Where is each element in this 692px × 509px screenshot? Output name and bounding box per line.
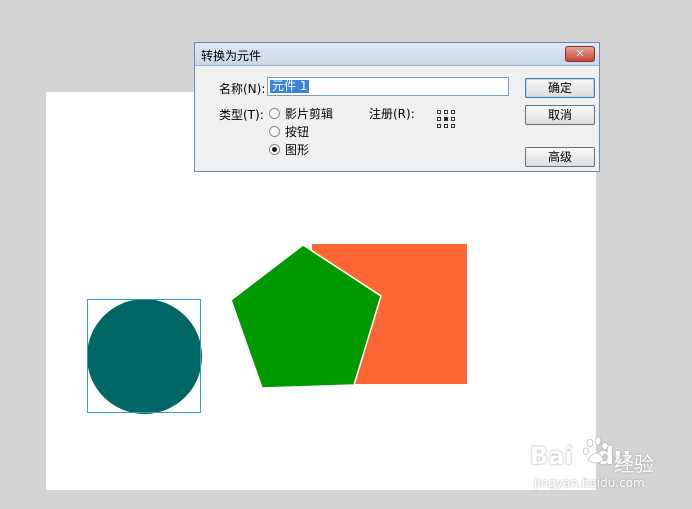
radio-graphic[interactable] [269, 144, 280, 155]
radio-movie-clip[interactable] [269, 108, 280, 119]
radio-button[interactable] [269, 126, 280, 137]
paw-icon [582, 436, 609, 464]
dialog-title: 转换为元件 [201, 49, 262, 63]
baidu-jingyan-watermark: Bai du 经验 jingyan.baidu.com [530, 436, 680, 492]
type-option-button[interactable]: 按钮 [285, 123, 309, 140]
watermark-url: jingyan.baidu.com [534, 476, 645, 490]
close-button[interactable]: ✕ [565, 46, 595, 62]
registration-label: 注册(R): [369, 107, 415, 121]
green-pentagon-shape[interactable] [230, 244, 382, 389]
type-option-movie-clip[interactable]: 影片剪辑 [285, 105, 333, 122]
advanced-button[interactable]: 高级 [525, 147, 595, 167]
type-option-graphic[interactable]: 图形 [285, 141, 309, 158]
convert-to-symbol-dialog: 转换为元件 ✕ 名称(N): 元件 1 类型(T): 影片剪辑 按钮 图形 注册… [194, 42, 600, 172]
name-label: 名称(N): [219, 82, 266, 96]
watermark-service-text: 经验 [614, 452, 654, 476]
dialog-titlebar[interactable]: 转换为元件 ✕ [195, 43, 599, 66]
registration-grid[interactable] [437, 110, 455, 128]
cancel-button[interactable]: 取消 [525, 105, 595, 125]
symbol-name-input[interactable]: 元件 1 [267, 77, 509, 96]
ok-button[interactable]: 确定 [525, 78, 595, 98]
type-label: 类型(T): [219, 108, 264, 122]
symbol-name-value: 元件 1 [270, 79, 310, 93]
